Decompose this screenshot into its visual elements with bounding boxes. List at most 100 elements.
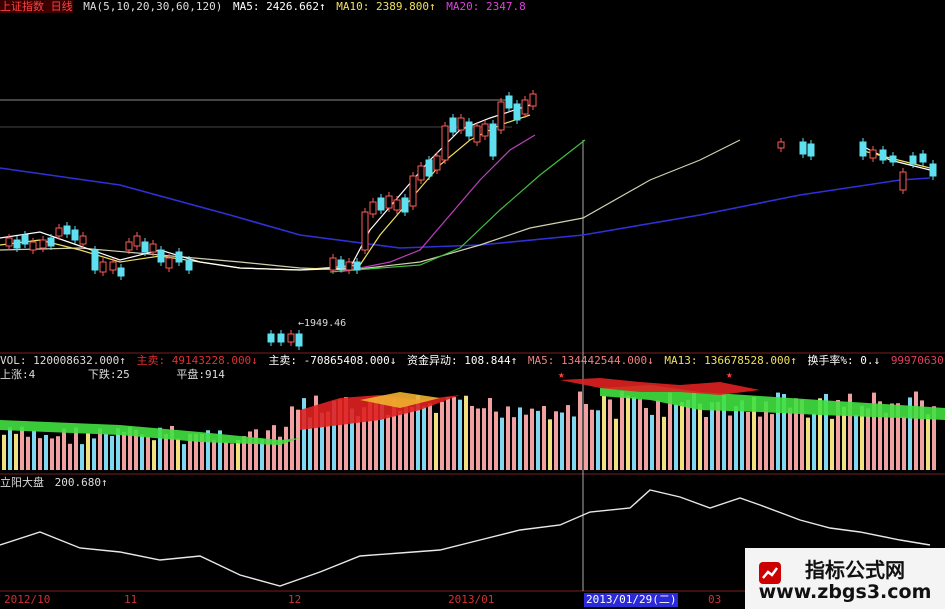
- volume-bar: [254, 429, 258, 470]
- volume-bar: [398, 410, 402, 470]
- volume-bar: [32, 430, 36, 470]
- volume-bar: [704, 417, 708, 470]
- candle-body: [55, 227, 63, 237]
- candle-body: [149, 243, 157, 253]
- volume-bar: [758, 416, 762, 470]
- watermark-url: www.zbgs3.com: [758, 581, 932, 603]
- candle-body: [489, 123, 497, 157]
- volume-bar: [488, 398, 492, 470]
- candle-body: [441, 125, 449, 161]
- candle-body: [133, 235, 141, 247]
- volume-bar: [422, 406, 426, 470]
- volume-bar: [626, 395, 630, 470]
- volume-bar: [386, 414, 390, 470]
- turnover-value: 换手率%: 0.↓: [807, 354, 881, 367]
- watermark-title: 指标公式网: [805, 558, 905, 582]
- candle-body: [385, 195, 393, 209]
- volume-bar: [470, 405, 474, 470]
- candle-body: [91, 249, 99, 271]
- candle-body: [21, 234, 29, 245]
- kline-chart-canvas[interactable]: ←1949.46 ★ ★: [0, 0, 945, 609]
- volume-bar: [770, 414, 774, 470]
- volume-bar: [476, 408, 480, 470]
- candle-body: [99, 261, 107, 273]
- volume-bar: [560, 412, 564, 470]
- volume-bar: [146, 437, 150, 470]
- volume-bar: [584, 404, 588, 470]
- candle-body: [329, 257, 337, 271]
- candle-body: [337, 259, 345, 269]
- volume-bar: [14, 433, 18, 470]
- volume-bar: [26, 436, 30, 470]
- volume-bar: [176, 438, 180, 470]
- volume-bar: [98, 428, 102, 470]
- candle-body: [909, 155, 917, 165]
- candle-body: [47, 237, 55, 247]
- volume-bar: [608, 399, 612, 470]
- candle-body: [919, 153, 927, 163]
- volume-bar: [356, 416, 360, 470]
- volume-bar: [566, 405, 570, 470]
- volume-bar: [716, 401, 720, 470]
- fund-flow-value: 资金异动: 108.844↑: [407, 354, 518, 367]
- volume-bar: [68, 443, 72, 470]
- volume-bar: [842, 406, 846, 470]
- volume-bar: [296, 409, 300, 470]
- volume-bar: [2, 434, 6, 470]
- volume-bar: [854, 414, 858, 470]
- volume-bar: [62, 428, 66, 470]
- volume-bar: [506, 406, 510, 470]
- ma10-value: MA10: 2389.800↑: [336, 0, 436, 13]
- candle-body: [117, 267, 125, 277]
- candle-body: [401, 197, 409, 213]
- candle-body: [5, 237, 13, 247]
- volume-bar: [164, 434, 168, 470]
- candle-body: [929, 163, 937, 177]
- volume-bar: [404, 405, 408, 470]
- volume-bar: [554, 411, 558, 470]
- candle-body: [79, 235, 87, 245]
- candle-body: [63, 225, 71, 235]
- volume-bar: [56, 436, 60, 470]
- volume-bar: [638, 399, 642, 470]
- candle-body: [433, 155, 441, 171]
- candle-body: [277, 333, 285, 343]
- volume-bar: [830, 418, 834, 470]
- candle-body: [165, 257, 173, 269]
- candle-body: [473, 125, 481, 143]
- volume-bar: [728, 415, 732, 470]
- candle-body: [425, 159, 433, 177]
- volume-bar: [662, 416, 666, 470]
- volume-bar: [734, 406, 738, 470]
- ma-params: MA(5,10,20,30,60,120): [83, 0, 223, 13]
- candle-body: [457, 117, 465, 131]
- indicator-value: 200.680↑: [54, 476, 108, 489]
- candle-body: [345, 261, 353, 271]
- volume-bar: [698, 403, 702, 470]
- date-label: 2012/10: [4, 593, 51, 606]
- candle-body: [71, 229, 79, 241]
- volume-bar: [884, 412, 888, 470]
- volume-bar: [650, 414, 654, 470]
- vol-tail-value: 99970630: [890, 354, 944, 367]
- ma5-value: MA5: 2426.662↑: [232, 0, 326, 13]
- candle-body: [449, 117, 457, 133]
- down-count: 下跌:25: [87, 368, 130, 381]
- volume-bar: [524, 414, 528, 470]
- volume-bar: [680, 402, 684, 470]
- volume-bar: [710, 402, 714, 470]
- candle-body: [125, 241, 133, 251]
- volume-bar: [578, 391, 582, 470]
- date-label: 12: [288, 593, 302, 606]
- price-panel-header: 上证指数 日线 MA(5,10,20,30,60,120) MA5: 2426.…: [0, 0, 530, 14]
- low-price-label: ←1949.46: [298, 318, 346, 329]
- volume-bar: [518, 407, 522, 470]
- date-label: 11: [124, 593, 138, 606]
- star-marker: ★: [558, 368, 565, 381]
- candle-body: [109, 261, 117, 271]
- breadth-header: 上涨:4 下跌:25 平盘:914: [0, 368, 229, 382]
- star-marker: ★: [726, 368, 733, 381]
- volume-panel-header: VOL: 120008632.000↑ 主卖: 49143228.000↓ 主卖…: [0, 354, 945, 368]
- volume-bar: [548, 419, 552, 470]
- volume-bar: [788, 407, 792, 470]
